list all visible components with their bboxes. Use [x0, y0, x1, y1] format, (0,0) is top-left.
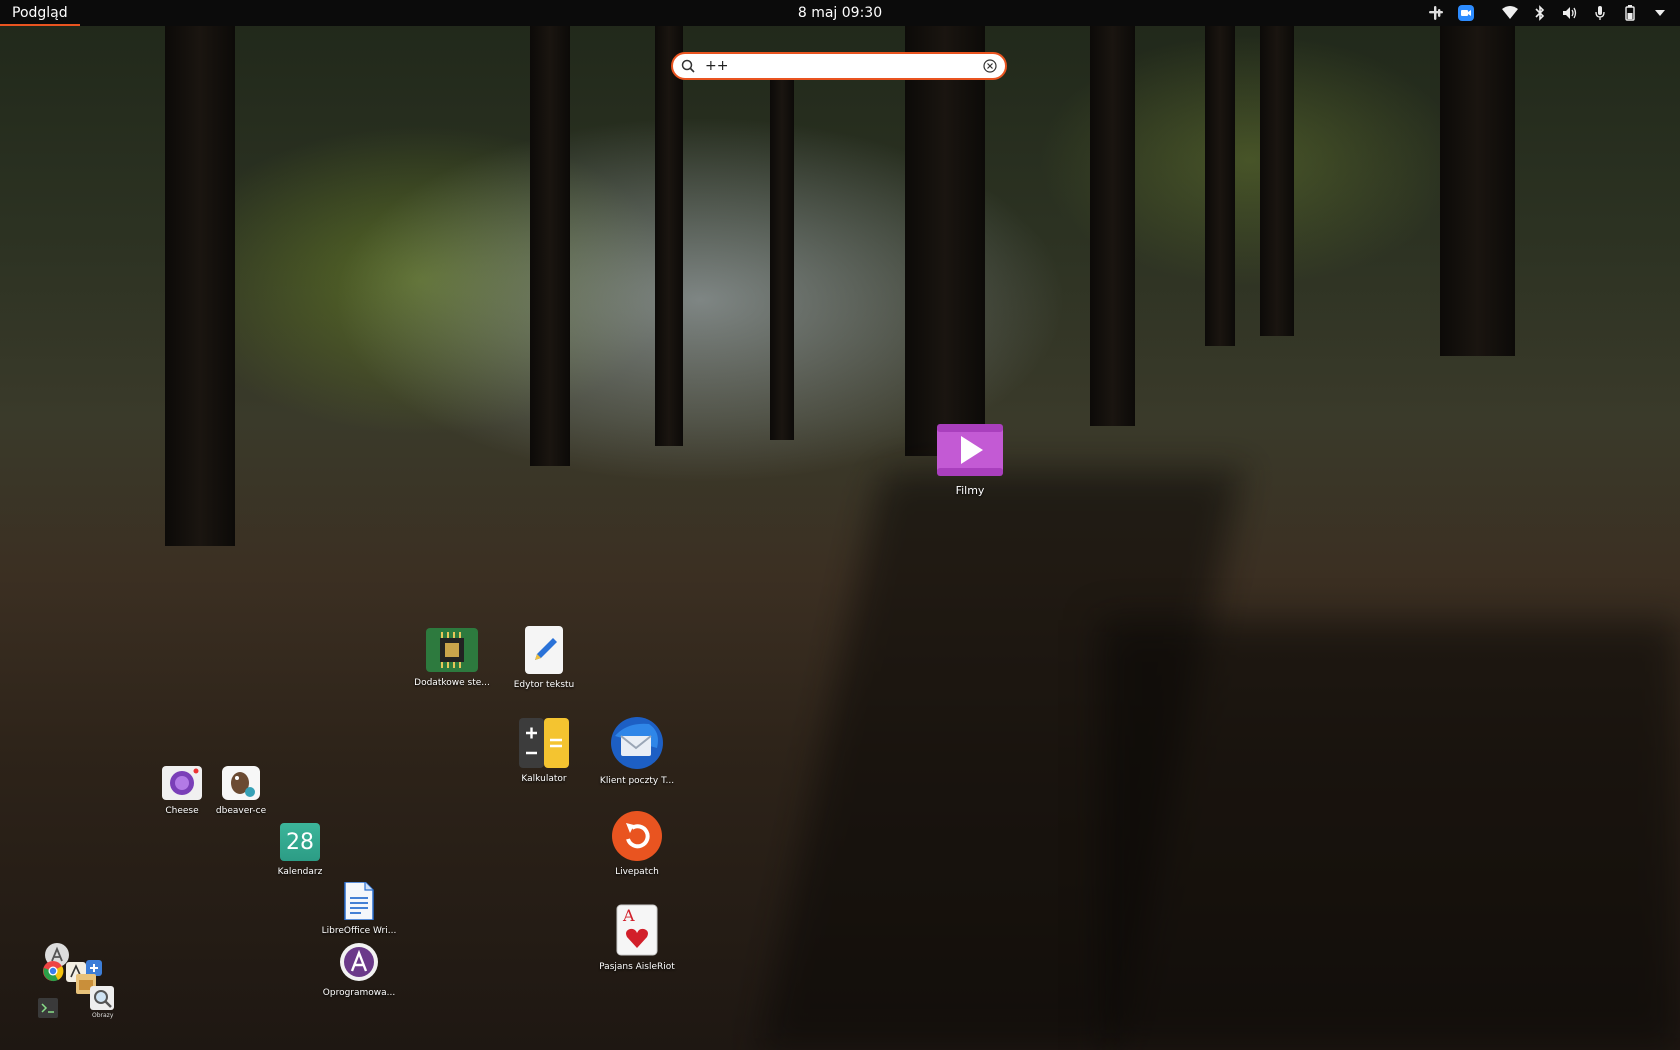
app-label: dbeaver-ce: [215, 806, 267, 816]
video-player-icon: [937, 424, 1003, 476]
app-libreoffice-writer[interactable]: LibreOffice Wri...: [322, 882, 396, 936]
wifi-icon[interactable]: [1502, 5, 1518, 21]
tree-trunk: [1440, 26, 1515, 356]
app-label: Obrazy: [92, 1012, 114, 1019]
document-icon: [343, 882, 375, 920]
tree-trunk: [655, 26, 683, 446]
app-pasjans-aisleriot[interactable]: A Pasjans AisleRiot: [597, 904, 677, 972]
app-label: Kalendarz: [277, 867, 323, 877]
app-label: Klient poczty T...: [599, 776, 675, 786]
calendar-icon: 28: [280, 823, 320, 861]
calculator-icon: [519, 718, 569, 768]
app-label: Dodatkowe ste...: [414, 678, 490, 688]
app-label: Livepatch: [615, 867, 659, 877]
ground-shadow: [1100, 620, 1680, 1050]
tree-trunk: [905, 26, 985, 456]
image-viewer-icon: [90, 986, 114, 1010]
battery-icon[interactable]: [1622, 5, 1638, 21]
app-filmy[interactable]: Filmy: [930, 424, 1010, 497]
terminal-icon: [38, 998, 58, 1018]
playing-card-icon: A: [616, 904, 658, 956]
app-kalkulator[interactable]: Kalkulator: [504, 718, 584, 784]
app-klient-poczty[interactable]: Klient poczty T...: [597, 716, 677, 786]
search-icon: [681, 59, 695, 73]
calendar-day: 28: [286, 829, 314, 855]
zoom-icon[interactable]: [1458, 5, 1474, 21]
app-kalendarz[interactable]: 28 Kalendarz: [276, 823, 324, 877]
chrome-icon: [43, 961, 64, 982]
tree-trunk: [770, 80, 794, 440]
app-dbeaver-ce[interactable]: dbeaver-ce: [215, 766, 267, 816]
app-oprogramowanie[interactable]: Oprogramowa...: [323, 942, 395, 998]
system-tray: [1428, 5, 1680, 21]
app-label: Pasjans AisleRiot: [599, 962, 675, 972]
tree-trunk: [165, 26, 235, 546]
top-bar: Podgląd 8 maj 09:30: [0, 0, 1680, 26]
app-cheese[interactable]: Cheese: [158, 766, 206, 816]
webcam-icon: [162, 766, 202, 800]
app-dodatkowe-sterowniki[interactable]: Dodatkowe ste...: [412, 628, 492, 688]
clock-label[interactable]: 8 maj 09:30: [798, 5, 882, 21]
tree-trunk: [530, 26, 570, 466]
app-folder-cluster[interactable]: Obrazy: [38, 942, 118, 1022]
volume-icon[interactable]: [1562, 5, 1578, 21]
app-label: Filmy: [955, 484, 985, 497]
text-editor-icon: [523, 626, 565, 674]
app-label: Kalkulator: [521, 774, 567, 784]
slack-icon[interactable]: [1428, 5, 1444, 21]
tree-trunk: [1205, 26, 1235, 346]
app-edytor-tekstu[interactable]: Edytor tekstu: [504, 626, 584, 690]
app-label: Cheese: [165, 806, 199, 816]
app-label: Oprogramowa...: [322, 988, 396, 998]
thunderbird-icon: [609, 716, 665, 770]
tree-trunk: [1090, 26, 1135, 426]
app-livepatch[interactable]: Livepatch: [597, 811, 677, 877]
search-bar: [671, 52, 1007, 80]
search-input[interactable]: [703, 57, 975, 75]
chip-icon: [426, 628, 478, 672]
microphone-icon[interactable]: [1592, 5, 1608, 21]
system-menu-arrow-icon[interactable]: [1652, 5, 1668, 21]
app-label: LibreOffice Wri...: [321, 926, 397, 936]
dbeaver-icon: [222, 766, 260, 800]
software-center-icon: [339, 942, 379, 982]
app-label: Edytor tekstu: [513, 680, 575, 690]
svg-text:A: A: [622, 906, 635, 925]
livepatch-icon: [612, 811, 662, 861]
bluetooth-icon[interactable]: [1532, 5, 1548, 21]
clear-search-icon[interactable]: [983, 59, 997, 73]
tree-trunk: [1260, 26, 1294, 336]
